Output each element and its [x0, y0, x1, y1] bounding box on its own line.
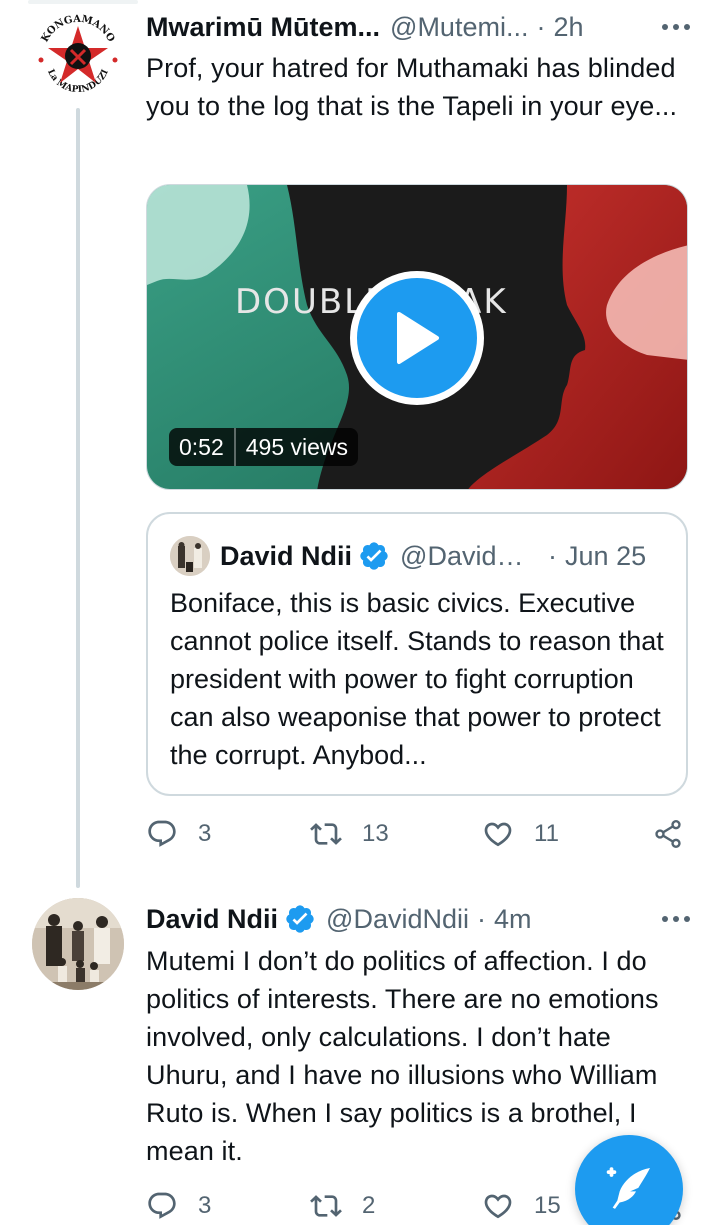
retweet-button[interactable]: 2 — [310, 1190, 375, 1222]
tweet-actions: 3 13 11 — [146, 818, 694, 858]
avatar[interactable]: KONGAMANO La MAPINDUZI — [32, 10, 124, 102]
reply-icon — [148, 820, 176, 847]
reply-button[interactable]: 3 — [146, 1190, 211, 1222]
like-count: 11 — [534, 820, 559, 847]
kongamano-logo-icon: KONGAMANO La MAPINDUZI — [33, 11, 123, 101]
like-button[interactable]: 15 — [482, 1190, 561, 1222]
tweet-text: Prof, your hatred for Muthamaki has blin… — [146, 53, 678, 121]
reply-count: 3 — [198, 820, 212, 847]
separator: · — [476, 903, 486, 934]
quote-author-name[interactable]: David Ndii — [220, 541, 352, 572]
verified-badge-icon — [286, 905, 314, 933]
heart-icon — [484, 822, 512, 847]
timestamp[interactable]: 4m — [494, 904, 532, 935]
video-meta: 0:52 495 views — [169, 428, 359, 466]
verified-badge-icon — [360, 542, 388, 570]
reply-icon — [148, 1192, 176, 1219]
family-photo-avatar — [32, 898, 124, 990]
like-count: 15 — [534, 1192, 561, 1219]
tweet-header: Mwarimū Mūtem... @Mutemi... · 2h — [146, 8, 692, 46]
retweet-icon — [310, 823, 342, 845]
quote-date: Jun 25 — [565, 540, 647, 571]
avatar[interactable] — [32, 898, 124, 990]
separator: · — [548, 540, 558, 571]
share-icon — [655, 820, 681, 848]
video-views: 495 views — [245, 433, 349, 460]
thread-line — [76, 108, 80, 888]
retweet-icon — [310, 1195, 342, 1217]
like-button[interactable]: 11 — [482, 818, 559, 850]
heart-icon — [484, 1194, 512, 1219]
tweet-header: David Ndii @DavidNdii · 4m — [146, 900, 692, 938]
author-name[interactable]: Mwarimū Mūtem... — [146, 12, 380, 43]
retweet-button[interactable]: 13 — [310, 818, 389, 850]
author-handle[interactable]: @DavidNdii — [326, 904, 469, 935]
more-icon[interactable] — [662, 916, 692, 922]
retweet-count: 13 — [362, 820, 389, 847]
quote-author-handle[interactable]: @DavidNdii — [400, 541, 540, 572]
quote-text: Boniface, this is basic civics. Executiv… — [170, 588, 664, 770]
tweet[interactable]: KONGAMANO La MAPINDUZI Mwarimū Mūtem... … — [0, 0, 720, 890]
reply-button[interactable]: 3 — [146, 818, 211, 850]
author-handle[interactable]: @Mutemi... — [390, 12, 528, 43]
quote-header: David Ndii @DavidNdii · Jun 25 — [170, 536, 670, 576]
reply-count: 3 — [198, 1192, 212, 1219]
quote-avatar — [170, 536, 210, 576]
retweet-count: 2 — [362, 1192, 376, 1219]
share-button[interactable] — [652, 818, 684, 850]
play-button[interactable] — [350, 271, 484, 405]
video-player[interactable]: DOUBLESPEAK 0:52 495 views — [146, 184, 688, 490]
tweet-text: Mutemi I don’t do politics of affection.… — [146, 946, 659, 1166]
more-icon[interactable] — [662, 24, 692, 30]
play-icon — [397, 312, 439, 364]
quoted-tweet[interactable]: David Ndii @DavidNdii · Jun 25 Boniface,… — [146, 512, 688, 796]
timestamp[interactable]: 2h — [553, 12, 583, 43]
video-duration: 0:52 — [179, 433, 224, 460]
author-name[interactable]: David Ndii — [146, 904, 278, 935]
separator: · — [536, 11, 546, 42]
compose-tweet-icon — [606, 1167, 650, 1209]
